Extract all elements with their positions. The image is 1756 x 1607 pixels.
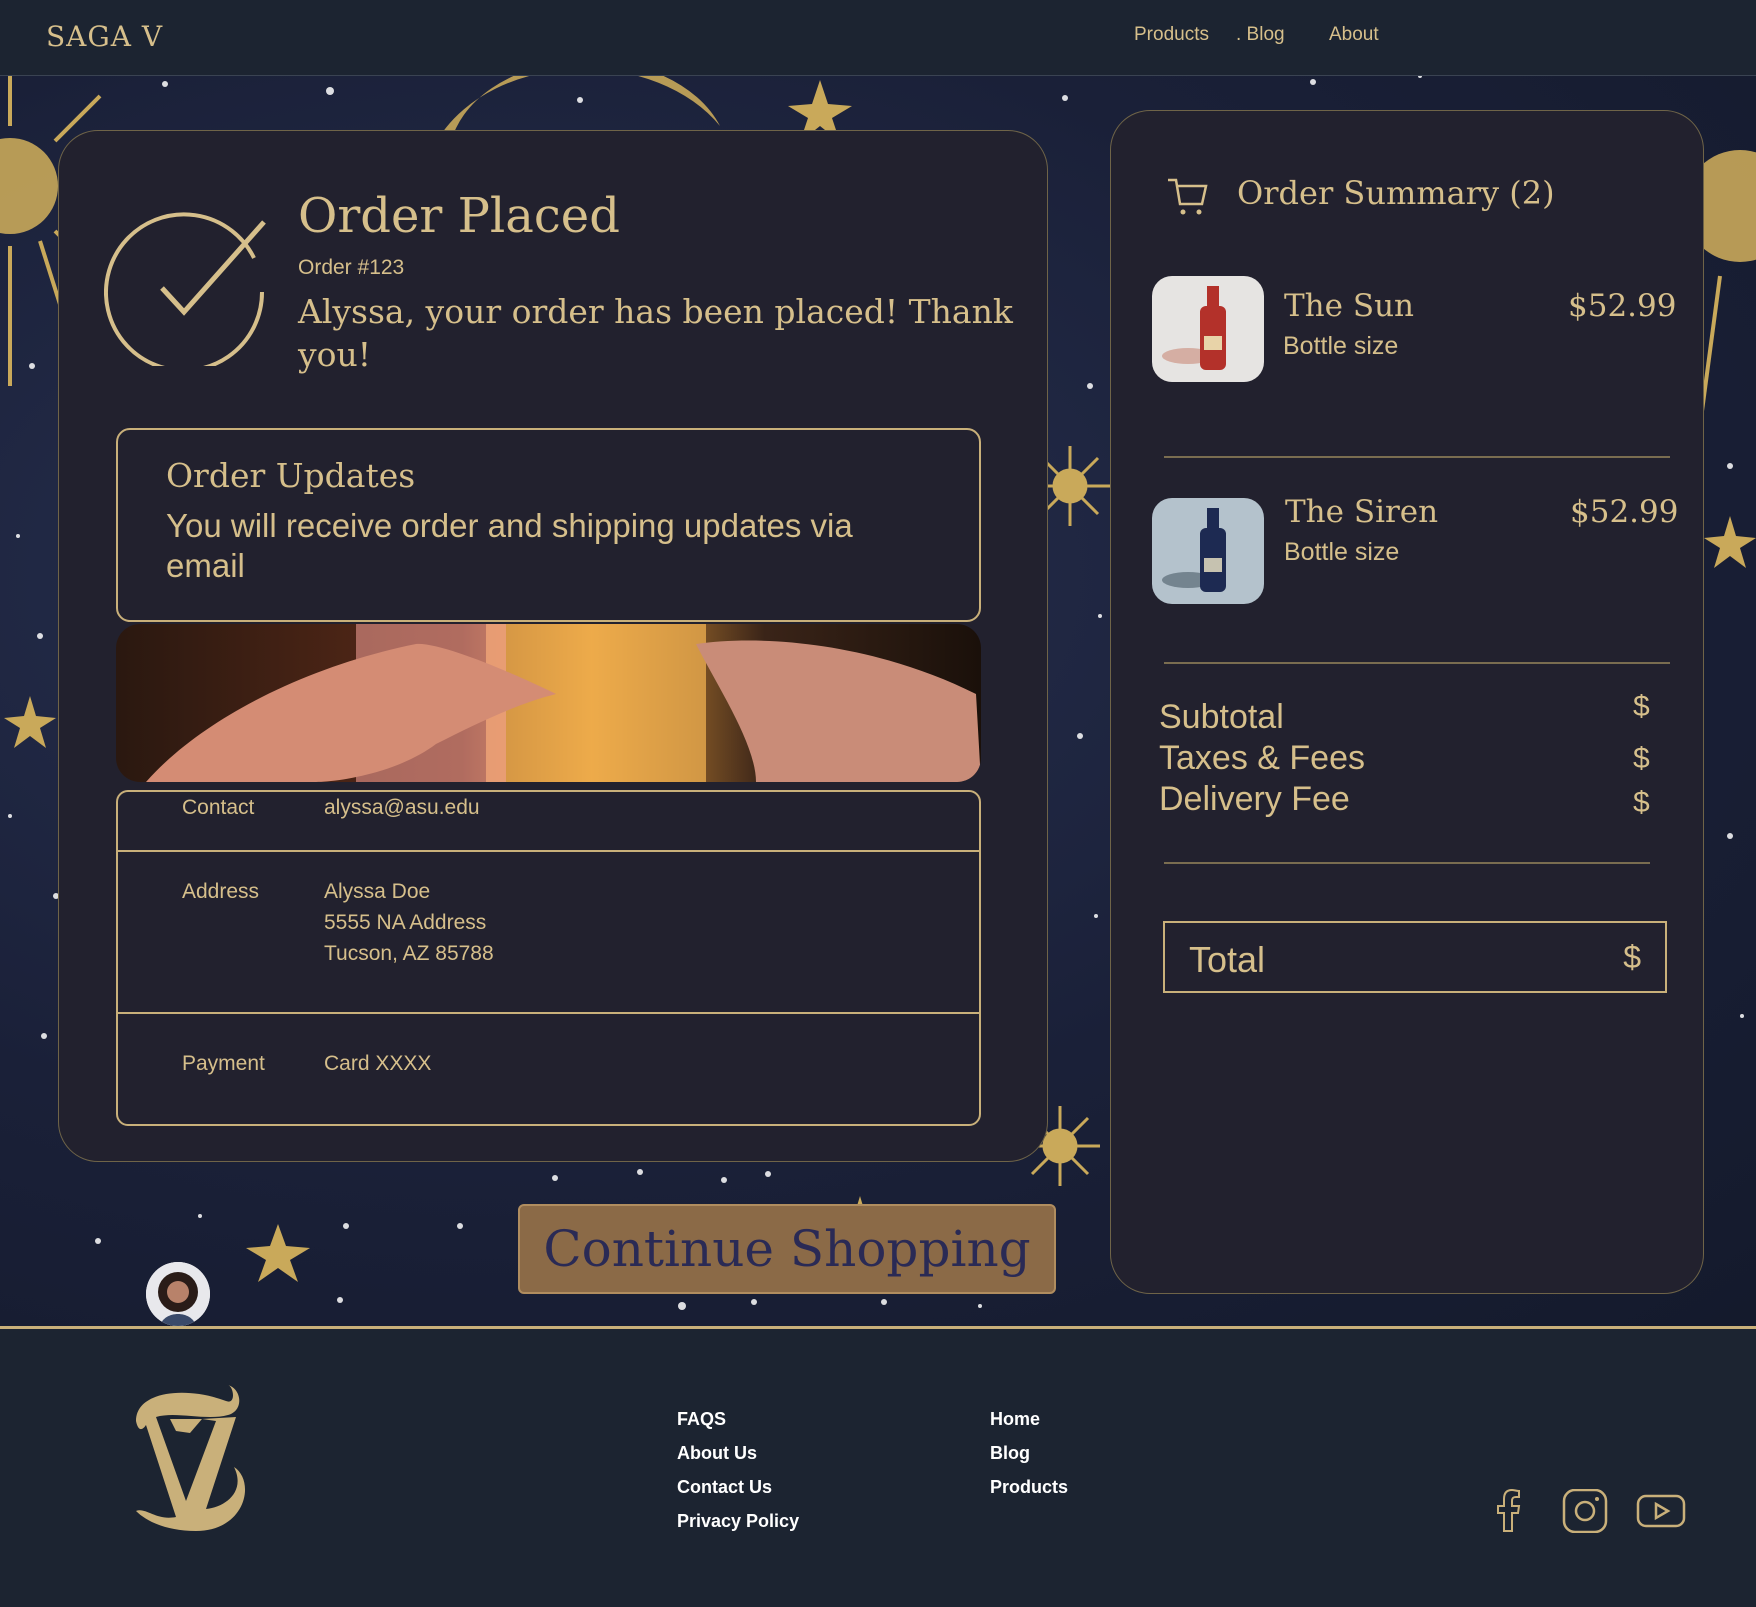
address-label: Address [182, 880, 260, 903]
order-updates-box: Order Updates You will receive order and… [116, 428, 981, 622]
footer-link-products[interactable]: Products [990, 1477, 1068, 1498]
footer-link-about-us[interactable]: About Us [677, 1443, 757, 1464]
footer-link-faqs[interactable]: FAQS [677, 1409, 726, 1430]
site-footer: FAQS About Us Contact Us Privacy Policy … [0, 1326, 1756, 1607]
subtotal-value: $ [1633, 690, 1650, 723]
order-summary-title: Order Summary (2) [1237, 174, 1555, 212]
contact-label: Contact [182, 796, 255, 819]
footer-link-privacy-policy[interactable]: Privacy Policy [677, 1511, 799, 1532]
total-box: Total $ [1163, 921, 1667, 993]
address-line-street: 5555 NA Address [324, 911, 487, 934]
footer-link-contact-us[interactable]: Contact Us [677, 1477, 772, 1498]
payment-row: Payment Card XXXX [118, 1014, 979, 1126]
delivery-fee-label: Delivery Fee [1159, 780, 1350, 818]
youtube-icon[interactable] [1636, 1489, 1686, 1533]
contact-row: Contact alyssa@asu.edu [118, 792, 979, 852]
summary-divider [1164, 456, 1670, 458]
hero-image-hands-glass [116, 624, 981, 782]
address-row: Address Alyssa Doe 5555 NA Address Tucso… [118, 852, 979, 1014]
order-number: Order #123 [298, 256, 405, 279]
item-price-the-sun: $52.99 [1568, 288, 1677, 324]
address-line-name: Alyssa Doe [324, 880, 431, 903]
nav-link-about[interactable]: About [1329, 24, 1379, 46]
summary-divider [1164, 862, 1650, 864]
order-updates-title: Order Updates [166, 456, 416, 495]
address-value: Alyssa Doe 5555 NA Address Tucson, AZ 85… [324, 876, 494, 969]
checkmark-circle-icon [104, 212, 266, 366]
shopping-cart-icon [1168, 178, 1208, 215]
payment-label: Payment [182, 1052, 265, 1075]
order-details-table: Contact alyssa@asu.edu Address Alyssa Do… [116, 790, 981, 1126]
instagram-icon[interactable] [1560, 1489, 1610, 1533]
item-size-the-sun: Bottle size [1283, 332, 1399, 360]
continue-shopping-button[interactable]: Continue Shopping [518, 1204, 1056, 1294]
taxes-fees-value: $ [1633, 742, 1650, 775]
brand-logo[interactable]: SAGA V [46, 20, 163, 53]
taxes-fees-label: Taxes & Fees [1159, 739, 1365, 777]
facebook-icon[interactable] [1484, 1489, 1534, 1533]
footer-link-blog[interactable]: Blog [990, 1443, 1030, 1464]
address-line-city: Tucson, AZ 85788 [324, 942, 494, 965]
subtotal-label: Subtotal [1159, 698, 1284, 736]
saga-v-monogram-logo[interactable] [116, 1381, 256, 1541]
item-name-the-sun: The Sun [1284, 288, 1415, 324]
summary-divider [1164, 662, 1670, 664]
top-nav: SAGA V Products . Blog About [0, 0, 1756, 76]
order-placed-title: Order Placed [298, 188, 620, 244]
payment-value: Card XXXX [324, 1052, 432, 1075]
item-price-the-siren: $52.99 [1570, 494, 1679, 530]
total-label: Total [1189, 939, 1266, 980]
order-placed-message: Alyssa, your order has been placed! Than… [298, 292, 1013, 374]
delivery-fee-value: $ [1633, 786, 1650, 819]
item-image-the-siren[interactable] [1152, 498, 1264, 604]
footer-link-home[interactable]: Home [990, 1409, 1040, 1430]
item-image-the-sun[interactable] [1152, 276, 1264, 382]
order-updates-text: You will receive order and shipping upda… [166, 507, 853, 584]
nav-link-blog[interactable]: . Blog [1236, 24, 1285, 46]
nav-link-products[interactable]: Products [1134, 24, 1209, 46]
user-avatar[interactable] [146, 1262, 210, 1326]
item-size-the-siren: Bottle size [1284, 538, 1400, 566]
total-value: $ [1623, 939, 1641, 975]
item-name-the-siren: The Siren [1285, 494, 1439, 530]
contact-value: alyssa@asu.edu [324, 796, 480, 819]
